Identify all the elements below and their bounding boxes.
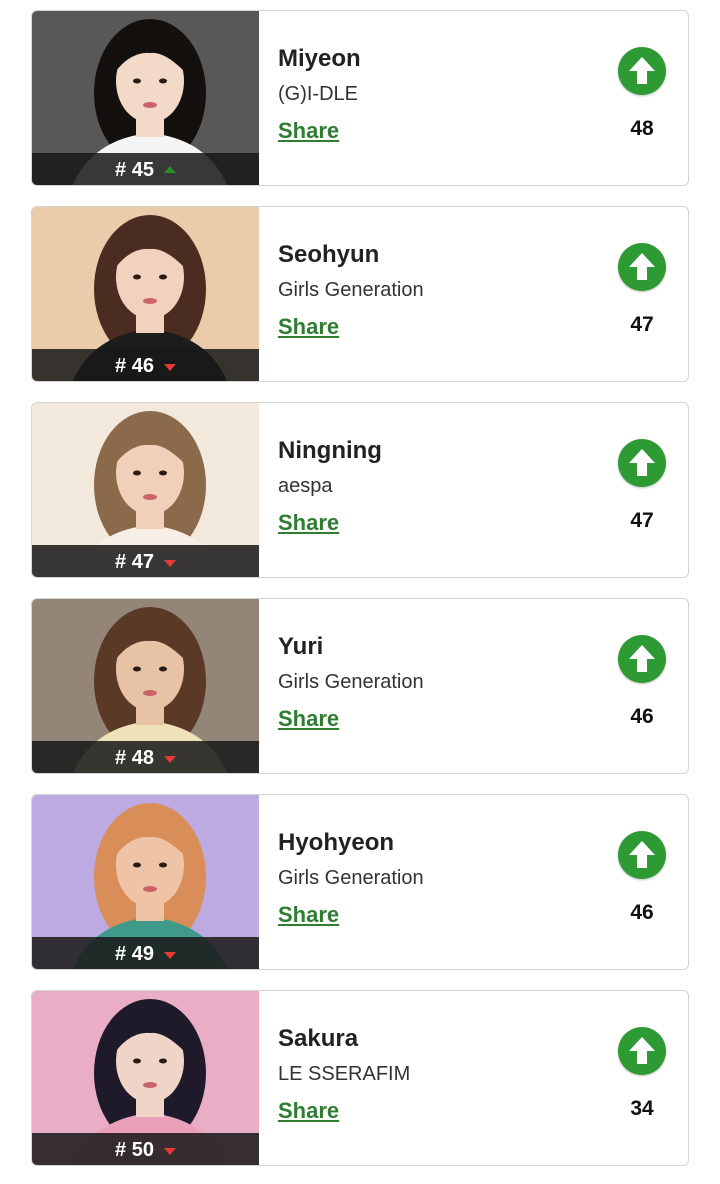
vote-up-button[interactable] <box>618 831 666 879</box>
rank-badge: # 47 <box>32 545 259 577</box>
idol-name: Seohyun <box>278 241 380 268</box>
rank-badge: # 48 <box>32 741 259 773</box>
group-name: Girls Generation <box>278 867 424 889</box>
vote-count: 46 <box>630 901 654 924</box>
ranking-card[interactable]: # 45 Miyeon (G)I-DLE Share 48 <box>31 10 689 186</box>
idol-name: Yuri <box>278 633 324 660</box>
idol-photo[interactable]: # 46 <box>32 207 259 381</box>
vote-count: 47 <box>630 313 654 336</box>
rank-badge: # 45 <box>32 153 259 185</box>
arrow-up-icon <box>629 449 655 476</box>
arrow-up-icon <box>629 253 655 280</box>
rank-badge: # 50 <box>32 1133 259 1165</box>
ranking-card[interactable]: # 48 Yuri Girls Generation Share 46 <box>31 598 689 774</box>
trend-down-icon <box>163 756 176 763</box>
trend-down-icon <box>163 364 176 371</box>
idol-photo[interactable]: # 48 <box>32 599 259 773</box>
share-link[interactable]: Share <box>278 902 339 928</box>
ranking-list: # 45 Miyeon (G)I-DLE Share 48 # 46 Seohyun Girl… <box>0 0 720 1184</box>
vote-up-button[interactable] <box>618 47 666 95</box>
group-name: LE SSERAFIM <box>278 1063 411 1085</box>
ranking-card[interactable]: # 49 Hyohyeon Girls Generation Share 46 <box>31 794 689 970</box>
vote-up-button[interactable] <box>618 243 666 291</box>
vote-count: 34 <box>630 1097 654 1120</box>
trend-down-icon <box>163 952 176 959</box>
rank-badge: # 49 <box>32 937 259 969</box>
share-link[interactable]: Share <box>278 118 339 144</box>
vote-up-button[interactable] <box>618 1027 666 1075</box>
vote-up-button[interactable] <box>618 635 666 683</box>
share-link[interactable]: Share <box>278 314 339 340</box>
arrow-up-icon <box>629 1037 655 1064</box>
idol-name: Hyohyeon <box>278 829 395 856</box>
group-name: (G)I-DLE <box>278 83 358 105</box>
ranking-card[interactable]: # 50 Sakura LE SSERAFIM Share 34 <box>31 990 689 1166</box>
arrow-up-icon <box>629 645 655 672</box>
rank-label: # 50 <box>115 1138 154 1161</box>
group-name: aespa <box>278 475 333 497</box>
trend-up-icon <box>163 165 176 173</box>
ranking-card[interactable]: # 47 Ningning aespa Share 47 <box>31 402 689 578</box>
vote-count: 47 <box>630 509 654 532</box>
idol-name: Miyeon <box>278 45 361 72</box>
rank-label: # 48 <box>115 746 154 769</box>
share-link[interactable]: Share <box>278 510 339 536</box>
trend-down-icon <box>163 560 176 567</box>
rank-label: # 45 <box>115 158 154 181</box>
share-link[interactable]: Share <box>278 1098 339 1124</box>
rank-label: # 49 <box>115 942 154 965</box>
rank-label: # 46 <box>115 354 154 377</box>
idol-name: Sakura <box>278 1025 359 1052</box>
arrow-up-icon <box>629 57 655 84</box>
ranking-card[interactable]: # 46 Seohyun Girls Generation Share 47 <box>31 206 689 382</box>
arrow-up-icon <box>629 841 655 868</box>
group-name: Girls Generation <box>278 671 424 693</box>
vote-count: 46 <box>630 705 654 728</box>
trend-down-icon <box>163 1148 176 1155</box>
idol-photo[interactable]: # 49 <box>32 795 259 969</box>
rank-badge: # 46 <box>32 349 259 381</box>
idol-photo[interactable]: # 47 <box>32 403 259 577</box>
idol-name: Ningning <box>278 437 382 464</box>
idol-photo[interactable]: # 45 <box>32 11 259 185</box>
share-link[interactable]: Share <box>278 706 339 732</box>
rank-label: # 47 <box>115 550 154 573</box>
vote-up-button[interactable] <box>618 439 666 487</box>
vote-count: 48 <box>630 117 654 140</box>
idol-photo[interactable]: # 50 <box>32 991 259 1165</box>
group-name: Girls Generation <box>278 279 424 301</box>
